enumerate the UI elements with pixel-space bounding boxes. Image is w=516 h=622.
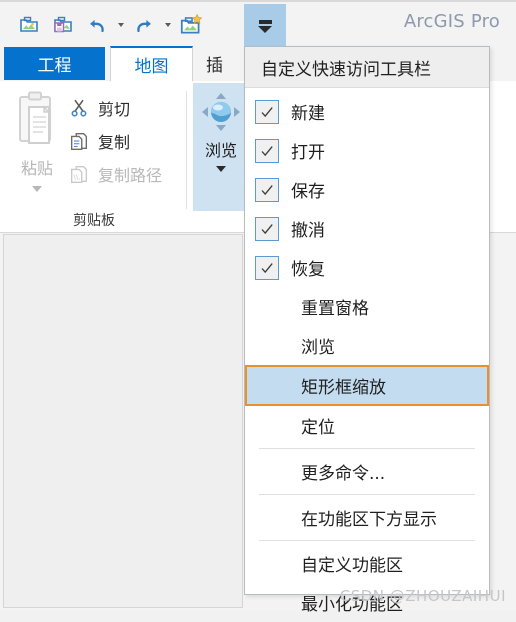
map-canvas[interactable] [3, 234, 243, 608]
navigate-globe-icon [202, 93, 240, 131]
paste-button[interactable]: 粘贴 [8, 89, 66, 197]
paste-clipboard-icon [19, 91, 51, 144]
copy-path-label: 复制路径 [98, 165, 163, 185]
checkmark-icon [255, 138, 279, 163]
paste-label: 粘贴 [20, 159, 53, 178]
checkmark-icon [255, 216, 279, 241]
open-folder-image-icon[interactable] [12, 8, 46, 42]
new-image-star-icon[interactable] [174, 8, 208, 42]
menu-item-new[interactable]: 新建 [245, 92, 489, 131]
customize-quick-access-toolbar-toggle[interactable] [244, 4, 286, 48]
menu-item-open[interactable]: 打开 [245, 131, 489, 170]
checkmark-icon [255, 177, 279, 202]
app-title: ArcGIS Pro [403, 11, 500, 32]
menu-item-reset-panes[interactable]: 重置窗格 [245, 287, 489, 326]
redo-arrow-icon[interactable] [127, 8, 161, 42]
scissors-icon [66, 95, 92, 121]
copy-pages-icon [66, 128, 92, 154]
menu-item-customize-ribbon[interactable]: 自定义功能区 [245, 544, 489, 583]
save-floppy-icon[interactable] [46, 8, 80, 42]
undo-dropdown-arrow-icon[interactable] [114, 8, 127, 42]
group-separator [186, 91, 187, 209]
menu-item-explore[interactable]: 浏览 [245, 326, 489, 365]
menu-separator [259, 540, 475, 541]
menu-header: 自定义快速访问工具栏 [245, 47, 489, 88]
caret-down-icon [216, 166, 226, 172]
quick-access-toolbar [12, 6, 208, 44]
explore-button[interactable]: 浏览 [193, 83, 249, 211]
copy-button[interactable]: 复制 [66, 124, 186, 157]
undo-arrow-icon[interactable] [80, 8, 114, 42]
toggle-bar-icon [258, 19, 272, 24]
menu-item-list: 新建 打开 保存 撤消 恢复 重置窗格 浏览 矩形框缩放 定位 更多命令... … [245, 88, 489, 622]
menu-separator [259, 494, 475, 495]
redo-dropdown-arrow-icon[interactable] [161, 8, 174, 42]
caret-down-icon [32, 186, 42, 192]
chevron-down-icon [258, 25, 272, 33]
svg-text:\\..: \\.. [74, 172, 84, 181]
menu-item-label: 定位 [301, 418, 335, 438]
menu-item-locate[interactable]: 定位 [245, 406, 489, 445]
tab-project[interactable]: 工程 [4, 47, 105, 80]
clipboard-group-label: 剪贴板 [73, 213, 115, 229]
menu-item-label: 浏览 [301, 338, 335, 358]
menu-item-label: 在功能区下方显示 [301, 510, 437, 530]
tab-map[interactable]: 地图 [110, 46, 193, 81]
arcgis-pro-window: ArcGIS Pro 工程 地图 插 粘贴 剪切 复制 \\.. 复制路径 剪贴… [0, 0, 516, 615]
clipboard-commands: 剪切 复制 \\.. 复制路径 [66, 91, 186, 190]
menu-item-show-below-ribbon[interactable]: 在功能区下方显示 [245, 498, 489, 537]
customize-quick-access-toolbar-menu: 自定义快速访问工具栏 新建 打开 保存 撤消 恢复 重置窗格 浏览 矩形框缩放 … [244, 46, 490, 615]
cut-button[interactable]: 剪切 [66, 91, 186, 124]
cut-label: 剪切 [98, 99, 131, 119]
menu-item-label: 自定义功能区 [301, 556, 403, 576]
menu-separator [259, 448, 475, 449]
menu-item-label: 新建 [291, 104, 325, 124]
copy-label: 复制 [98, 132, 131, 152]
checkmark-icon [255, 99, 279, 124]
menu-item-more-commands[interactable]: 更多命令... [245, 452, 489, 491]
menu-item-label: 保存 [291, 182, 325, 202]
menu-item-label: 恢复 [291, 260, 325, 280]
watermark: CSDN @ZHOUZAIHUI [339, 587, 506, 605]
menu-item-undo[interactable]: 撤消 [245, 209, 489, 248]
checkmark-icon [255, 255, 279, 280]
menu-item-label: 打开 [291, 143, 325, 163]
menu-item-label: 更多命令... [301, 464, 386, 484]
copy-path-icon: \\.. [66, 161, 92, 187]
menu-item-label: 矩形框缩放 [301, 378, 386, 398]
menu-item-save[interactable]: 保存 [245, 170, 489, 209]
menu-item-label: 撤消 [291, 221, 325, 241]
caret-down-icon [164, 23, 171, 27]
menu-item-label: 重置窗格 [301, 299, 369, 319]
title-bar: ArcGIS Pro [0, 0, 516, 48]
ribbon-group-clipboard: 粘贴 剪切 复制 \\.. 复制路径 剪贴板 [0, 81, 188, 232]
menu-item-redo[interactable]: 恢复 [245, 248, 489, 287]
copy-path-button: \\.. 复制路径 [66, 157, 186, 190]
caret-down-icon [117, 23, 124, 27]
menu-item-zoom-to-rectangle[interactable]: 矩形框缩放 [245, 365, 489, 406]
explore-label: 浏览 [204, 141, 237, 160]
